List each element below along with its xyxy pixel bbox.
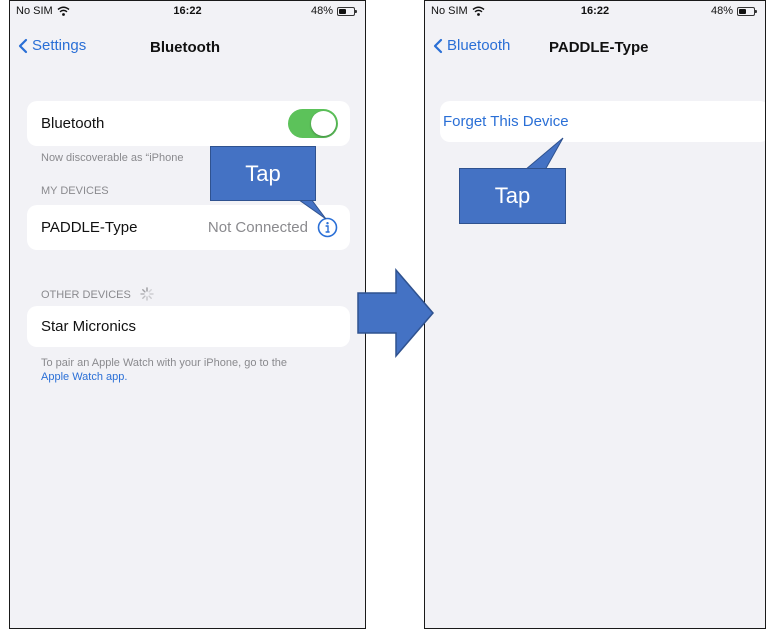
bluetooth-label: Bluetooth xyxy=(41,115,105,132)
back-button-bluetooth[interactable]: Bluetooth xyxy=(433,37,510,54)
bluetooth-toggle-row: Bluetooth xyxy=(27,101,350,146)
spinner-icon xyxy=(140,287,154,301)
other-devices-label: OTHER DEVICES xyxy=(41,289,131,301)
chevron-left-icon xyxy=(433,38,443,53)
device-name: PADDLE-Type xyxy=(41,219,138,236)
apple-watch-note-text: To pair an Apple Watch with your iPhone,… xyxy=(41,357,288,369)
forget-device-label: Forget This Device xyxy=(443,113,569,130)
left-phone-screen: No SIM 16:22 48% Settings Bluetooth Blue… xyxy=(9,0,366,629)
battery-percent: 48% xyxy=(710,5,733,17)
status-bar: No SIM 16:22 48% xyxy=(10,1,365,21)
tap-callout-left: Tap xyxy=(210,146,316,201)
device-row-star-micronics[interactable]: Star Micronics xyxy=(27,306,350,347)
battery-percent: 48% xyxy=(310,5,333,17)
battery-icon xyxy=(337,6,357,16)
back-label: Settings xyxy=(32,37,87,54)
tap-callout-right: Tap xyxy=(459,168,566,224)
back-button-settings[interactable]: Settings xyxy=(18,37,86,54)
battery-group: 48% xyxy=(310,5,357,17)
tap-callout-right-label: Tap xyxy=(494,183,531,208)
back-label: Bluetooth xyxy=(447,37,511,54)
page-title: PADDLE-Type xyxy=(549,39,649,56)
battery-group: 48% xyxy=(710,5,757,17)
battery-icon xyxy=(737,6,757,16)
bluetooth-toggle[interactable] xyxy=(288,109,338,138)
other-device-name: Star Micronics xyxy=(41,318,137,335)
chevron-left-icon xyxy=(18,38,28,53)
discoverable-text: Now discoverable as “iPhone xyxy=(41,152,184,164)
arrow-right-icon xyxy=(357,268,434,358)
status-bar: No SIM 16:22 48% xyxy=(425,1,765,21)
other-devices-header: OTHER DEVICES xyxy=(41,287,154,301)
nav-bar: Settings Bluetooth xyxy=(10,31,365,63)
apple-watch-note: To pair an Apple Watch with your iPhone,… xyxy=(41,356,341,384)
forget-device-button[interactable]: Forget This Device xyxy=(440,101,765,142)
right-phone-screen: No SIM 16:22 48% Bluetooth PADDLE-Type F… xyxy=(424,0,766,629)
tap-callout-left-label: Tap xyxy=(245,160,281,186)
callout-pointer xyxy=(524,137,564,170)
my-devices-header: MY DEVICES xyxy=(41,185,109,197)
page-title: Bluetooth xyxy=(150,39,220,56)
apple-watch-app-link[interactable]: Apple Watch app. xyxy=(41,371,127,383)
nav-bar: Bluetooth PADDLE-Type xyxy=(425,31,765,63)
